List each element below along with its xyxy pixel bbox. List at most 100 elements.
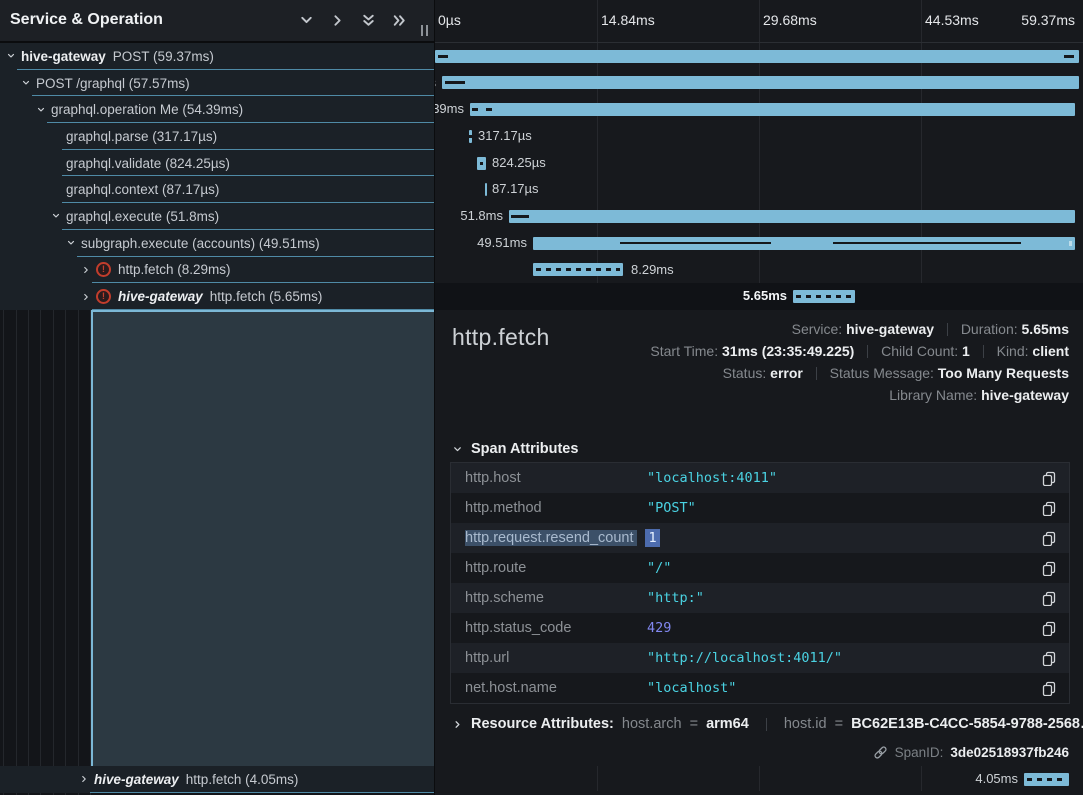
attribute-value: "POST" — [647, 500, 696, 516]
resource-attributes-title: Resource Attributes: — [471, 716, 614, 732]
copy-icon[interactable] — [1041, 650, 1057, 666]
timeline-row[interactable]: 824.25µs — [435, 150, 1083, 177]
collapse-one-icon[interactable] — [298, 12, 315, 29]
tick-label: 29.68ms — [763, 12, 817, 28]
span-attributes-section-toggle[interactable]: Span Attributes — [452, 441, 578, 457]
timeline-row[interactable]: 317.17µs — [435, 123, 1083, 150]
copy-icon[interactable] — [1041, 470, 1057, 486]
chevron-down-icon[interactable] — [36, 105, 46, 115]
timeline-tracks: 57.57ms 54.39ms 317.17µs — [435, 43, 1083, 310]
timeline-row[interactable]: 54.39ms — [435, 96, 1083, 123]
kind-label: Kind: — [997, 343, 1029, 359]
span-bar[interactable] — [509, 210, 1075, 223]
span-bar[interactable] — [470, 103, 1075, 116]
attribute-key: http.request.resend_count — [465, 530, 637, 546]
chevron-down-icon[interactable] — [6, 51, 16, 61]
tree-row-http-fetch-8ms[interactable]: ! http.fetch (8.29ms) — [0, 257, 434, 284]
child-count-value: 1 — [962, 343, 970, 359]
tree-row-graphql-validate[interactable]: graphql.validate (824.25µs) — [0, 150, 434, 177]
copy-icon[interactable] — [1041, 680, 1057, 696]
tree-header-title: Service & Operation — [10, 11, 163, 29]
copy-icon[interactable] — [1041, 530, 1057, 546]
start-time-label: Start Time: — [650, 343, 718, 359]
timeline-row[interactable]: 87.17µs — [435, 176, 1083, 203]
span-operation: graphql.context (87.17µs) — [66, 182, 219, 197]
span-attributes-title: Span Attributes — [471, 441, 578, 457]
duration-label: 5.65ms — [743, 283, 787, 310]
library-name-value: hive-gateway — [981, 387, 1069, 403]
span-operation: graphql.parse (317.17µs) — [66, 129, 217, 144]
copy-icon[interactable] — [1041, 560, 1057, 576]
link-icon[interactable] — [873, 745, 888, 760]
span-bar[interactable] — [793, 290, 855, 303]
span-bar[interactable] — [469, 130, 472, 143]
duration-label: 54.39ms — [435, 96, 464, 123]
timeline-row[interactable]: 49.51ms — [435, 230, 1083, 257]
tree-row-http-fetch-4ms[interactable]: hive-gateway http.fetch (4.05ms) — [0, 766, 434, 793]
span-bar[interactable] — [485, 183, 487, 196]
tree-row-graphql-context[interactable]: graphql.context (87.17µs) — [0, 176, 434, 203]
chevron-right-icon[interactable] — [81, 265, 91, 275]
span-bar[interactable] — [533, 263, 623, 276]
span-bar[interactable] — [533, 237, 1075, 250]
chevron-right-icon[interactable] — [81, 292, 91, 302]
duration-label: 317.17µs — [478, 123, 532, 150]
span-operation: graphql.operation Me (54.39ms) — [51, 102, 243, 117]
span-attributes-table: http.host "localhost:4011" http.method "… — [450, 462, 1070, 704]
timeline-row[interactable] — [435, 43, 1083, 70]
selected-span-highlight — [91, 310, 434, 766]
copy-icon[interactable] — [1041, 500, 1057, 516]
meta-line-1: Service: hive-gateway Duration: 5.65ms — [650, 318, 1069, 340]
trace-viewer: Service & Operation hive-gateway POST (5… — [0, 0, 1083, 795]
span-operation: POST /graphql (57.57ms) — [36, 76, 190, 91]
tree-header: Service & Operation — [0, 0, 434, 43]
span-bar[interactable] — [442, 76, 1079, 89]
duration-value: 5.65ms — [1022, 321, 1069, 337]
equals-sign: = — [686, 716, 702, 732]
attribute-row-selected: http.request.resend_count 1 — [451, 523, 1069, 553]
span-bar[interactable] — [1024, 773, 1069, 786]
copy-icon[interactable] — [1041, 620, 1057, 636]
span-meta: Service: hive-gateway Duration: 5.65ms S… — [650, 318, 1069, 406]
expand-one-icon[interactable] — [329, 12, 346, 29]
resource-attributes-row[interactable]: Resource Attributes: host.arch = arm64 h… — [452, 716, 1083, 732]
tree-row-post-graphql[interactable]: POST /graphql (57.57ms) — [0, 70, 434, 97]
child-count-label: Child Count: — [881, 343, 958, 359]
tree-row-graphql-execute[interactable]: graphql.execute (51.8ms) — [0, 203, 434, 230]
chevron-down-icon[interactable] — [66, 238, 76, 248]
attribute-row: http.route "/" — [451, 553, 1069, 583]
duration-label: 51.8ms — [460, 203, 503, 230]
timeline-row[interactable]: 51.8ms — [435, 203, 1083, 230]
timeline-row[interactable]: 4.05ms — [435, 766, 1083, 793]
attribute-value: "http:" — [647, 590, 704, 606]
attribute-key: http.method — [465, 500, 647, 516]
timeline-row[interactable]: 57.57ms — [435, 70, 1083, 97]
span-bar[interactable] — [477, 157, 486, 170]
copy-icon[interactable] — [1041, 590, 1057, 606]
duration-label: 57.57ms — [435, 70, 436, 97]
chevron-down-icon[interactable] — [21, 78, 31, 88]
timeline-row-selected[interactable]: 5.65ms — [435, 283, 1083, 310]
panel-resize-handle[interactable] — [421, 25, 428, 36]
span-operation: graphql.validate (824.25µs) — [66, 156, 230, 171]
tree-row-subgraph-execute[interactable]: subgraph.execute (accounts) (49.51ms) — [0, 230, 434, 257]
status-value: error — [770, 365, 803, 381]
tree-row-http-fetch-5ms-selected[interactable]: ! hive-gateway http.fetch (5.65ms) — [0, 283, 434, 310]
chevron-down-icon — [452, 444, 463, 455]
tree-row-graphql-operation[interactable]: graphql.operation Me (54.39ms) — [0, 96, 434, 123]
collapse-all-icon[interactable] — [360, 12, 377, 29]
span-service: hive-gateway — [94, 772, 179, 787]
span-tree: hive-gateway POST (59.37ms) POST /graphq… — [0, 43, 434, 310]
status-message-label: Status Message: — [830, 365, 934, 381]
expand-all-icon[interactable] — [391, 12, 408, 29]
chevron-down-icon[interactable] — [51, 211, 61, 221]
timeline-row[interactable]: 8.29ms — [435, 257, 1083, 284]
attribute-row: http.url "http://localhost:4011/" — [451, 643, 1069, 673]
chevron-right-icon[interactable] — [79, 774, 89, 784]
span-bar[interactable] — [435, 50, 1079, 63]
span-tree-panel: Service & Operation hive-gateway POST (5… — [0, 0, 434, 795]
panel-splitter[interactable] — [434, 0, 435, 795]
tree-row-graphql-parse[interactable]: graphql.parse (317.17µs) — [0, 123, 434, 150]
tree-row-hive-gateway-post[interactable]: hive-gateway POST (59.37ms) — [0, 43, 434, 70]
span-id-value: 3de02518937fb246 — [950, 745, 1069, 760]
